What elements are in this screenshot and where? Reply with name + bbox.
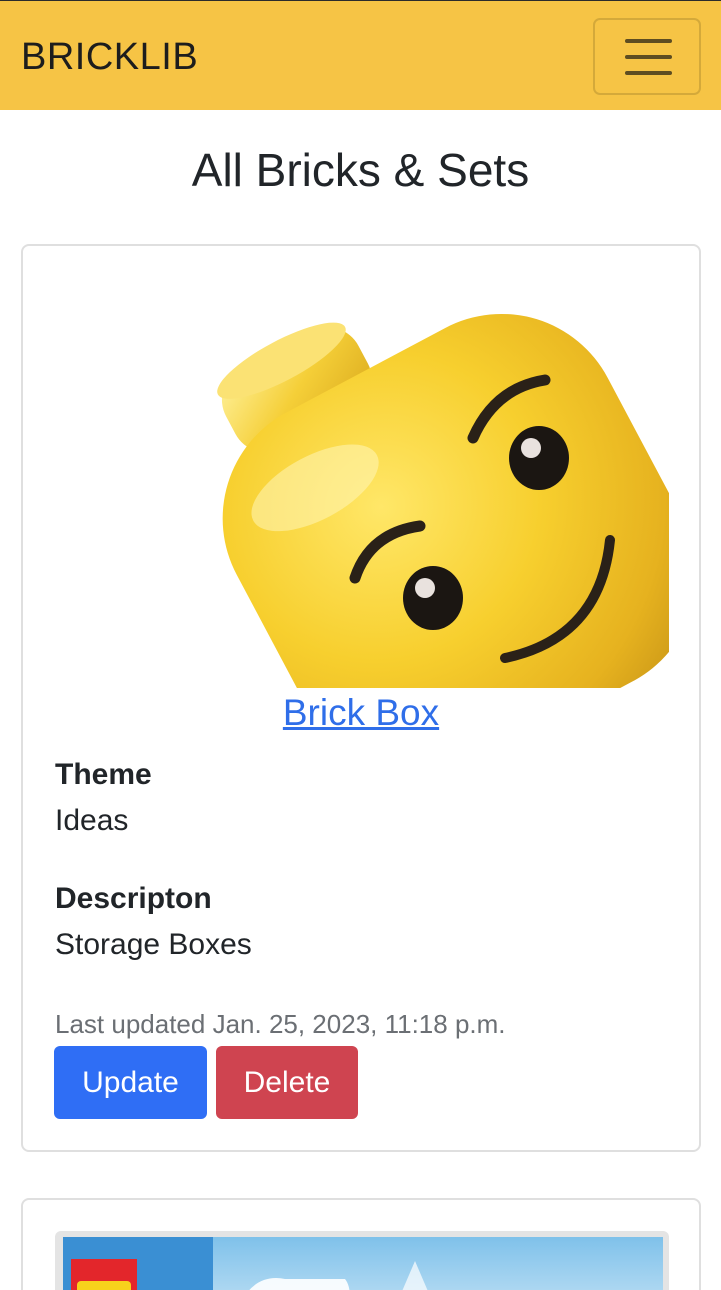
brand-logo[interactable]: BRICKLIB <box>21 35 198 79</box>
theme-label: Theme <box>55 758 152 791</box>
item-card: Brick Box Theme Ideas Descripton Storage… <box>21 244 701 1152</box>
delete-button[interactable]: Delete <box>216 1046 358 1119</box>
description-label: Descripton <box>55 882 212 915</box>
theme-value: Ideas <box>55 804 129 837</box>
item-title-link[interactable]: Brick Box <box>23 689 699 737</box>
lego-city-set-box-image <box>55 1231 669 1290</box>
lego-minifigure-head-image <box>55 278 669 688</box>
update-button[interactable]: Update <box>54 1046 207 1119</box>
navbar: BRICKLIB <box>0 0 721 110</box>
last-updated-text: Last updated Jan. 25, 2023, 11:18 p.m. <box>55 1009 506 1039</box>
page-title: All Bricks & Sets <box>191 144 530 196</box>
item-card <box>21 1198 701 1290</box>
description-value: Storage Boxes <box>55 928 252 961</box>
navbar-toggler-button[interactable] <box>593 18 701 95</box>
